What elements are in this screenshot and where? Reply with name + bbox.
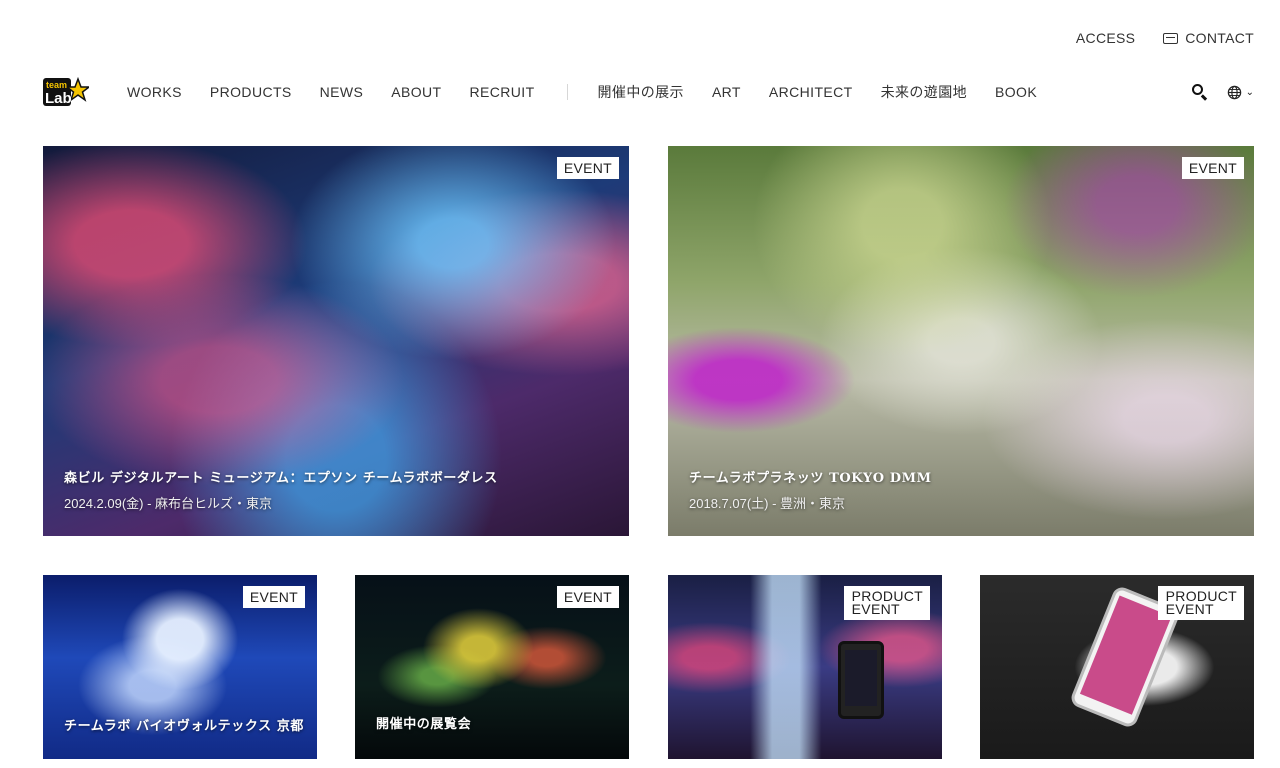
nav-menu: WORKS PRODUCTS NEWS ABOUT RECRUIT 開催中の展示…	[127, 82, 1065, 102]
nav-divider	[566, 84, 568, 100]
globe-icon	[1227, 85, 1241, 99]
access-label: ACCESS	[1075, 30, 1136, 46]
nav-tools: ⌄	[1191, 83, 1254, 101]
card-caption: チームラボ バイオヴォルテックス 京都	[64, 715, 305, 739]
contact-link[interactable]: CONTACT	[1163, 30, 1254, 46]
nav-item-about[interactable]: ABOUT	[391, 84, 441, 100]
main-nav: team Lab WORKS PRODUCTS NEWS ABOUT RECRU…	[43, 72, 1254, 112]
language-selector[interactable]: ⌄	[1227, 85, 1254, 100]
nav-item-products[interactable]: PRODUCTS	[210, 84, 292, 100]
nav-item-works[interactable]: WORKS	[127, 84, 182, 100]
teamlab-logo[interactable]: team Lab	[43, 75, 89, 109]
card-title: 森ビル デジタルアート ミュージアム：エプソン チームラボボーダレス	[64, 471, 498, 486]
card-badge: EVENT	[242, 586, 305, 608]
feature-card-borderless[interactable]: EVENT 森ビル デジタルアート ミュージアム：エプソン チームラボボーダレス…	[43, 146, 629, 536]
search-icon[interactable]	[1191, 83, 1209, 101]
nav-item-architect[interactable]: ARCHITECT	[769, 84, 853, 100]
card-meta: 2024.2.09(金) - 麻布台ヒルズ・東京	[64, 496, 273, 511]
nav-item-future-park[interactable]: 未来の遊園地	[881, 82, 967, 102]
phone-image	[838, 641, 884, 719]
badge-line-2: EVENT	[851, 601, 900, 617]
logo-text-top: team	[46, 80, 67, 90]
feature-card-planets[interactable]: EVENT チームラボプラネッツ TOKYO DMM 2018.7.07(土) …	[668, 146, 1254, 536]
card-caption: 森ビル デジタルアート ミュージアム：エプソン チームラボボーダレス 2024.…	[64, 467, 609, 512]
card-title: チームラボプラネッツ TOKYO DMM	[689, 471, 932, 486]
card-badge: EVENT	[556, 157, 619, 179]
nav-item-recruit[interactable]: RECRUIT	[470, 84, 535, 100]
mail-icon	[1163, 32, 1179, 44]
card-product-event-app[interactable]: PRODUCT EVENT	[668, 575, 942, 759]
logo-text-bottom: Lab	[45, 90, 72, 107]
access-link[interactable]: ACCESS	[1076, 30, 1135, 46]
card-badge: EVENT	[1181, 157, 1244, 179]
badge-line-2: EVENT	[1165, 601, 1214, 617]
card-biovortex-kyoto[interactable]: EVENT チームラボ バイオヴォルテックス 京都	[43, 575, 317, 759]
card-meta: 2018.7.07(土) - 豊洲・東京	[689, 496, 846, 511]
card-badge: PRODUCT EVENT	[1157, 586, 1244, 620]
nav-item-book[interactable]: BOOK	[995, 84, 1037, 100]
card-badge: PRODUCT EVENT	[843, 586, 930, 620]
card-current-exhibitions[interactable]: EVENT 開催中の展覧会	[355, 575, 629, 759]
card-caption: チームラボプラネッツ TOKYO DMM 2018.7.07(土) - 豊洲・東…	[689, 467, 1234, 512]
nav-item-art[interactable]: ART	[712, 84, 741, 100]
card-title: チームラボ バイオヴォルテックス 京都	[64, 719, 305, 734]
contact-label: CONTACT	[1185, 30, 1254, 46]
utility-bar: ACCESS CONTACT	[1076, 30, 1254, 46]
nav-item-current-exhibitions[interactable]: 開催中の展示	[598, 82, 684, 102]
card-badge: EVENT	[556, 586, 619, 608]
chevron-down-icon: ⌄	[1245, 86, 1254, 98]
card-caption: 開催中の展覧会	[376, 713, 617, 737]
card-title: 開催中の展覧会	[376, 717, 472, 732]
card-product-event-ticket[interactable]: PRODUCT EVENT	[980, 575, 1254, 759]
nav-item-news[interactable]: NEWS	[320, 84, 364, 100]
